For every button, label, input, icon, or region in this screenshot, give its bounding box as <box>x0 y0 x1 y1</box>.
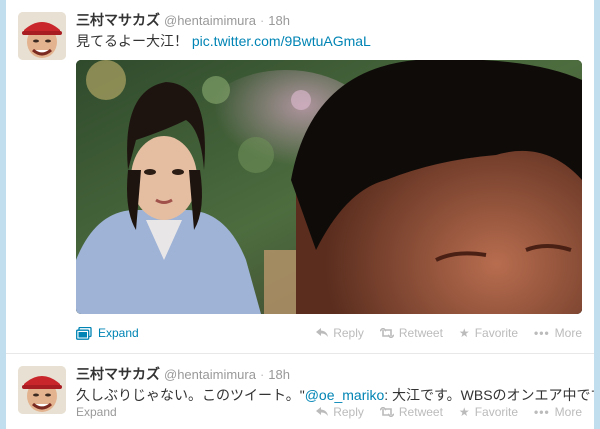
timestamp[interactable]: 18h <box>268 367 290 382</box>
separator-dot: · <box>259 367 265 382</box>
tweet-text: 見てるよー大江！ pic.twitter.com/9BwtuAGmaL <box>76 31 371 51</box>
tweet[interactable]: 三村マサカズ @hentaimimura · 18h 見てるよー大江！ pic.twi… <box>6 0 594 354</box>
tweet-actions: Expand Reply Retweet ★ Favorite ••• More <box>6 405 594 423</box>
star-icon: ★ <box>458 405 470 419</box>
more-dots-icon: ••• <box>534 405 550 419</box>
retweet-icon <box>379 407 394 417</box>
photo-icon <box>76 326 92 340</box>
media-link[interactable]: pic.twitter.com/9BwtuAGmaL <box>192 33 371 49</box>
expand-link[interactable]: Expand <box>76 405 117 419</box>
fullname[interactable]: 三村マサカズ <box>76 12 160 28</box>
retweet-label: Retweet <box>398 405 443 419</box>
action-buttons: Reply Retweet ★ Favorite ••• More <box>316 326 582 340</box>
favorite-button[interactable]: ★ Favorite <box>459 405 518 419</box>
more-label: More <box>554 326 582 340</box>
retweet-label: Retweet <box>398 326 443 340</box>
retweet-button[interactable]: Retweet <box>379 326 443 340</box>
favorite-label: Favorite <box>474 326 519 340</box>
tweet-text: 久しぶりじゃない。このツイート。"@oe_mariko: 大江です。WBSのオン… <box>76 385 594 405</box>
reply-label: Reply <box>333 405 364 419</box>
tweet-text-body: 見てるよー大江！ <box>76 33 188 49</box>
timestamp[interactable]: 18h <box>268 13 290 28</box>
photo-image <box>76 60 582 314</box>
timeline: 三村マサカズ @hentaimimura · 18h 見てるよー大江！ pic.twi… <box>6 0 594 429</box>
favorite-label: Favorite <box>474 405 519 419</box>
tweet-actions: Expand Reply Retweet ★ Favorite ••• More <box>6 326 594 344</box>
star-icon: ★ <box>458 326 470 340</box>
avatar[interactable] <box>18 12 66 60</box>
reply-icon <box>316 407 329 416</box>
reply-button[interactable]: Reply <box>316 405 364 419</box>
username[interactable]: @hentaimimura <box>164 13 256 28</box>
tweet[interactable]: 三村マサカズ @hentaimimura · 18h 久しぶりじゃない。このツイート。… <box>6 354 594 429</box>
more-label: More <box>554 405 582 419</box>
expand-label: Expand <box>98 326 139 340</box>
retweet-button[interactable]: Retweet <box>379 405 443 419</box>
reply-label: Reply <box>333 326 364 340</box>
media-photo[interactable] <box>76 60 582 314</box>
fullname[interactable]: 三村マサカズ <box>76 366 160 382</box>
reply-button[interactable]: Reply <box>316 326 364 340</box>
action-buttons: Reply Retweet ★ Favorite ••• More <box>316 405 582 419</box>
tweet-header: 三村マサカズ @hentaimimura · 18h <box>76 10 290 30</box>
separator-dot: · <box>259 13 265 28</box>
more-button[interactable]: ••• More <box>534 326 582 340</box>
reply-icon <box>316 328 329 337</box>
tweet-text-before: 久しぶりじゃない。このツイート。" <box>76 387 305 403</box>
expand-link[interactable]: Expand <box>76 326 139 340</box>
retweet-icon <box>379 328 394 338</box>
favorite-button[interactable]: ★ Favorite <box>459 326 518 340</box>
username[interactable]: @hentaimimura <box>164 367 256 382</box>
expand-label: Expand <box>76 405 117 419</box>
tweet-text-after: : 大江です。WBSのオンエア中です！" <box>384 387 594 403</box>
more-dots-icon: ••• <box>534 326 550 340</box>
more-button[interactable]: ••• More <box>534 405 582 419</box>
tweet-header: 三村マサカズ @hentaimimura · 18h <box>76 364 290 384</box>
mention-link[interactable]: @oe_mariko <box>305 387 385 403</box>
